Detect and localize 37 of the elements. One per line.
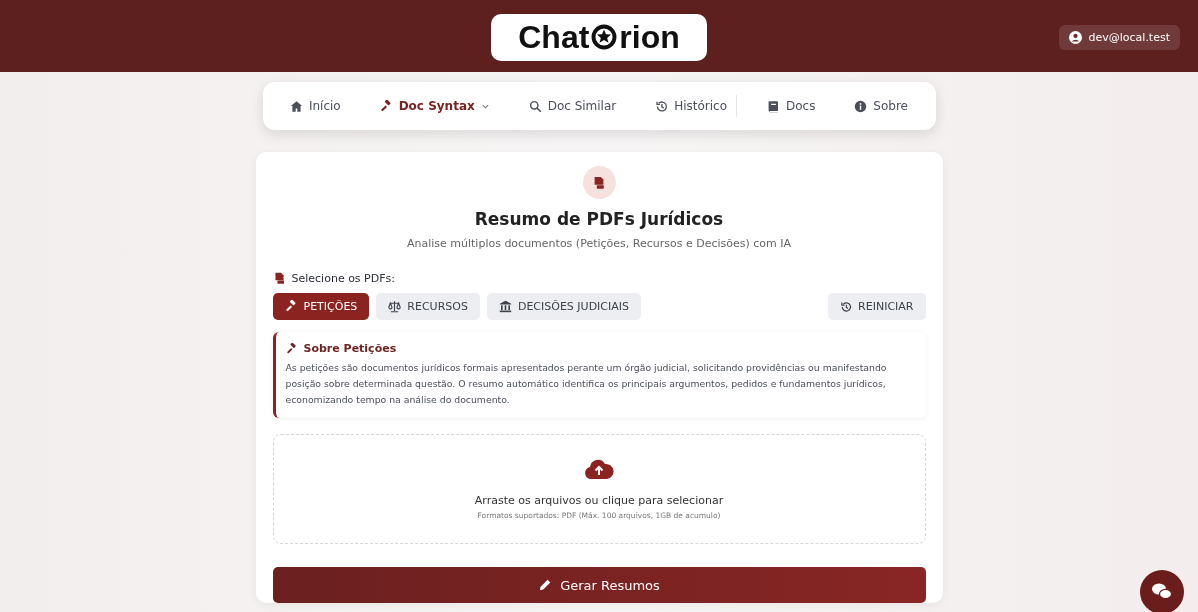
generate-button[interactable]: Gerar Resumos	[272, 567, 926, 603]
upload-title: Arraste os arquivos ou clique para selecionar	[474, 494, 724, 507]
reset-button[interactable]: REINICIAR	[828, 293, 926, 320]
scale-icon	[388, 300, 402, 313]
nav-item[interactable]: Doc Syntax	[373, 95, 496, 117]
nav-item[interactable]: Início	[283, 95, 347, 117]
pencil-icon	[538, 578, 553, 592]
gavel-icon	[285, 342, 298, 355]
home-icon	[289, 99, 303, 113]
history-icon	[655, 99, 669, 113]
bank-icon	[498, 300, 512, 313]
page-title: Resumo de PDFs Jurídicos	[473, 209, 725, 229]
info-title: Sobre Petições	[303, 342, 397, 355]
pdf-file-icon	[592, 175, 606, 190]
nav-item[interactable]: Docs	[735, 95, 822, 117]
user-icon	[1069, 31, 1083, 44]
gavel-icon	[379, 99, 393, 113]
cloud-upload-icon	[584, 458, 614, 480]
nav-item[interactable]: Doc Similar	[522, 95, 623, 117]
info-text: As petições são documentos jurídicos formais apresentados perante um órgão judicial, solicitando providências ou manifestando posição sobre determinada questão. O resumo automático identifica os principais argumentos, pedidos e fundamentos jurídicos, economizando tempo na análise do documento.	[285, 361, 888, 407]
page-subtitle: Analise múltiplos documentos (Petições, Recursos e Decisões) com IA	[405, 237, 793, 250]
logo-text: rion	[619, 18, 680, 56]
logo-text: Chat	[518, 18, 590, 56]
chat-button[interactable]	[1140, 570, 1184, 612]
select-label: Selecione os PDFs:	[291, 272, 395, 285]
undo-icon	[840, 300, 853, 313]
category-tab[interactable]: DECISÕES JUDICIAIS	[486, 293, 642, 320]
nav-item[interactable]: Histórico	[649, 95, 734, 117]
gavel-icon	[284, 300, 298, 313]
search-icon	[528, 99, 542, 113]
nav-item[interactable]: Sobre	[848, 95, 914, 117]
book-icon	[766, 99, 780, 113]
category-tab[interactable]: PETIÇÕES	[272, 293, 370, 320]
user-menu-button[interactable]: dev@local.test	[1059, 25, 1180, 50]
pdf-file-icon	[272, 272, 286, 285]
category-tab[interactable]: RECURSOS	[376, 293, 480, 320]
info-icon	[854, 99, 868, 113]
